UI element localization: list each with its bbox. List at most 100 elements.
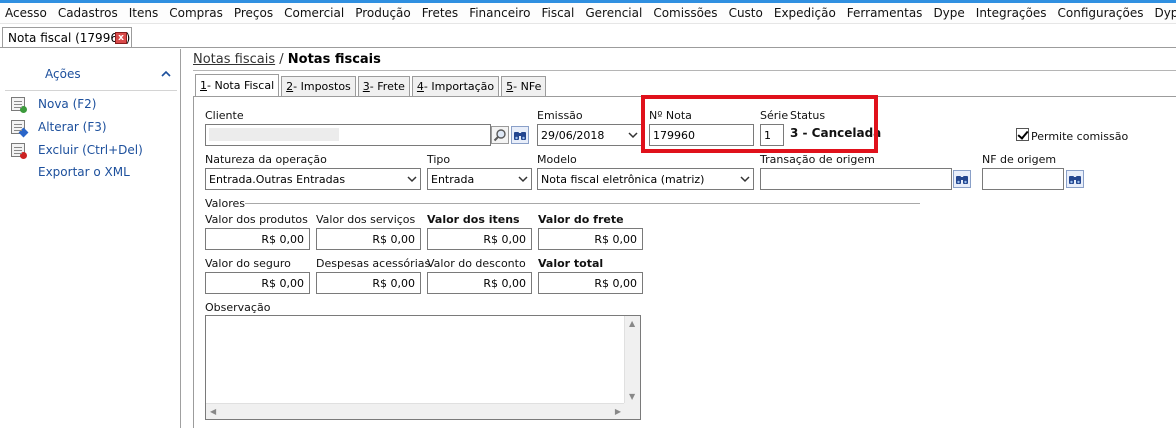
actions-title: Ações [45, 67, 81, 81]
menu-producao[interactable]: Produção [355, 6, 411, 20]
valor-produtos-value: R$ 0,00 [261, 233, 304, 246]
document-tab-nota-fiscal[interactable]: Nota fiscal (179960) x [2, 27, 132, 48]
valor-itens-field[interactable]: R$ 0,00 [427, 228, 532, 250]
scrollbar-corner [624, 403, 640, 419]
menu-cadastros[interactable]: Cadastros [58, 6, 118, 20]
scroll-down-icon[interactable]: ▼ [629, 392, 635, 401]
menu-acesso[interactable]: Acesso [5, 6, 47, 20]
menu-fiscal[interactable]: Fiscal [541, 6, 574, 20]
valores-group-label: Valores [205, 197, 245, 210]
tipo-select[interactable]: Entrada [427, 168, 532, 190]
edit-document-icon [11, 120, 25, 134]
valor-desconto-field[interactable]: R$ 0,00 [427, 272, 532, 294]
menu-financeiro[interactable]: Financeiro [469, 6, 530, 20]
action-nova[interactable]: Nova (F2) [11, 97, 97, 113]
valor-servicos-field[interactable]: R$ 0,00 [316, 228, 421, 250]
valor-seguro-label: Valor do seguro [205, 257, 291, 270]
valor-seguro-value: R$ 0,00 [261, 277, 304, 290]
tipo-value: Entrada [431, 173, 475, 186]
valor-seguro-field[interactable]: R$ 0,00 [205, 272, 310, 294]
document-tab-strip: Nota fiscal (179960) x [0, 25, 1176, 48]
actions-header[interactable]: Ações [5, 55, 177, 91]
nf-origem-field[interactable] [982, 168, 1064, 190]
menu-dype[interactable]: Dype [933, 6, 964, 20]
breadcrumb-parent-link[interactable]: Notas fiscais [193, 52, 275, 67]
action-alterar-label: Alterar (F3) [38, 120, 107, 134]
chevron-down-icon[interactable] [518, 174, 528, 184]
action-excluir[interactable]: Excluir (Ctrl+Del) [11, 143, 143, 159]
valores-divider [245, 203, 920, 204]
valor-servicos-label: Valor dos serviços [316, 213, 416, 226]
binoculars-icon[interactable] [953, 170, 971, 188]
tab-impostos[interactable]: 2 - Impostos [281, 76, 356, 96]
horizontal-scrollbar[interactable]: ◀ ▶ [206, 403, 625, 419]
cliente-label: Cliente [205, 109, 244, 122]
natureza-select[interactable]: Entrada.Outras Entradas [205, 168, 421, 190]
emissao-label: Emissão [537, 109, 583, 122]
despesas-acessorias-value: R$ 0,00 [372, 277, 415, 290]
valor-desconto-label: Valor do desconto [427, 257, 526, 270]
valor-desconto-value: R$ 0,00 [483, 277, 526, 290]
valor-produtos-field[interactable]: R$ 0,00 [205, 228, 310, 250]
despesas-acessorias-field[interactable]: R$ 0,00 [316, 272, 421, 294]
breadcrumb-separator: / [275, 52, 288, 67]
chevron-down-icon[interactable] [740, 174, 750, 184]
tab-frete[interactable]: 3 - Frete [357, 76, 410, 96]
scroll-left-icon[interactable]: ◀ [210, 407, 216, 416]
tab-importacao[interactable]: 4 - Importação [411, 76, 500, 96]
cliente-field[interactable] [205, 124, 491, 146]
menu-expedicao[interactable]: Expedição [774, 6, 836, 20]
chevron-down-icon[interactable] [628, 130, 638, 140]
scroll-up-icon[interactable]: ▲ [629, 319, 635, 328]
document-tab-title: Nota fiscal (179960) [8, 31, 131, 45]
valor-frete-field[interactable]: R$ 0,00 [538, 228, 643, 250]
tab-nfe[interactable]: 5 - NFe [501, 76, 547, 96]
action-exportar-xml[interactable]: Exportar o XML [11, 165, 130, 179]
tab-nota-fiscal[interactable]: 1 - Nota Fiscal [195, 74, 280, 96]
menu-compras[interactable]: Compras [169, 6, 223, 20]
emissao-value: 29/06/2018 [541, 129, 605, 142]
valor-itens-value: R$ 0,00 [483, 233, 526, 246]
menu-precos[interactable]: Preços [234, 6, 273, 20]
binoculars-icon[interactable] [511, 126, 529, 144]
emissao-date-picker[interactable]: 29/06/2018 [537, 124, 642, 146]
menu-ferramentas[interactable]: Ferramentas [847, 6, 923, 20]
chevron-up-icon[interactable] [161, 67, 171, 81]
close-icon[interactable]: x [115, 32, 127, 44]
menu-dype-dev[interactable]: Dype Dev [1154, 6, 1176, 20]
action-excluir-label: Excluir (Ctrl+Del) [38, 143, 143, 157]
scroll-right-icon[interactable]: ▶ [615, 407, 621, 416]
search-icon[interactable] [491, 126, 509, 144]
menu-comissoes[interactable]: Comissões [653, 6, 717, 20]
actions-sidebar: Ações Nova (F2) Alterar (F3) Excluir (Ct… [3, 49, 181, 428]
modelo-select[interactable]: Nota fiscal eletrônica (matriz) [537, 168, 754, 190]
natureza-label: Natureza da operação [205, 153, 327, 166]
transacao-origem-label: Transação de origem [760, 153, 875, 166]
menu-comercial[interactable]: Comercial [284, 6, 344, 20]
main-menu-bar: Acesso Cadastros Itens Compras Preços Co… [0, 3, 1176, 24]
highlight-box [641, 95, 878, 153]
cliente-redacted-value [209, 128, 339, 141]
menu-custo[interactable]: Custo [729, 6, 763, 20]
vertical-scrollbar[interactable]: ▲ ▼ [624, 316, 640, 404]
action-alterar[interactable]: Alterar (F3) [11, 120, 107, 134]
tab-strip-divider [0, 47, 1176, 48]
action-nova-label: Nova (F2) [38, 97, 97, 111]
valor-total-field[interactable]: R$ 0,00 [538, 272, 643, 294]
menu-itens[interactable]: Itens [129, 6, 158, 20]
menu-configuracoes[interactable]: Configurações [1058, 6, 1144, 20]
binoculars-icon[interactable] [1066, 170, 1084, 188]
nf-origem-label: NF de origem [982, 153, 1057, 166]
menu-gerencial[interactable]: Gerencial [585, 6, 642, 20]
permite-comissao-label: Permite comissão [1031, 130, 1129, 143]
transacao-origem-field[interactable] [760, 168, 952, 190]
menu-integracoes[interactable]: Integrações [976, 6, 1047, 20]
permite-comissao-checkbox[interactable] [1016, 128, 1029, 141]
valor-servicos-value: R$ 0,00 [372, 233, 415, 246]
valor-total-label: Valor total [538, 257, 604, 270]
observacao-textarea[interactable]: ▲ ▼ ◀ ▶ [205, 315, 641, 420]
observacao-label: Observação [205, 301, 271, 314]
form-tabs: 1 - Nota Fiscal 2 - Impostos 3 - Frete 4… [195, 74, 548, 96]
chevron-down-icon[interactable] [407, 174, 417, 184]
menu-fretes[interactable]: Fretes [422, 6, 458, 20]
